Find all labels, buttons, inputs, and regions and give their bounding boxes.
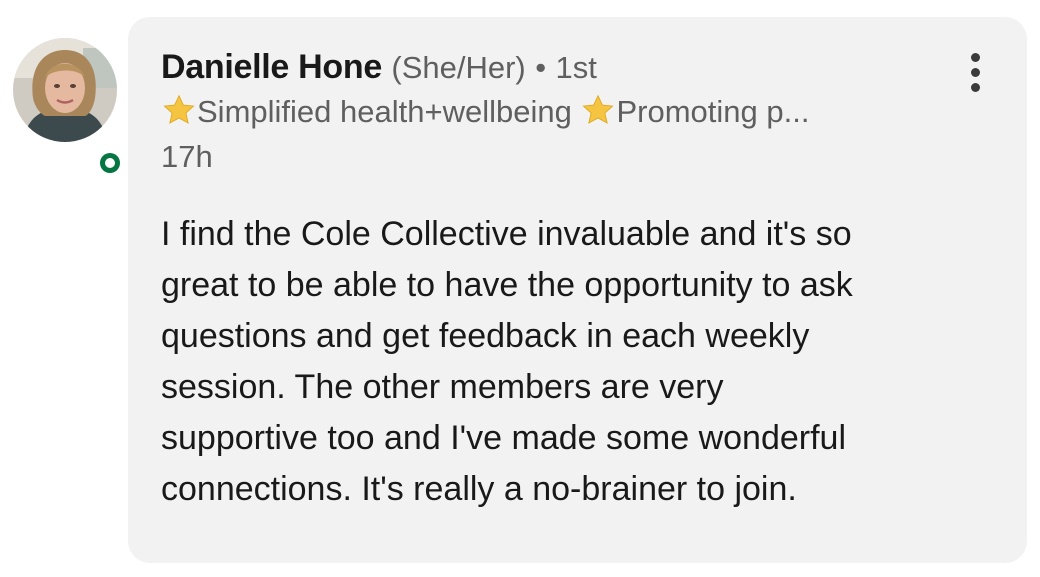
avatar[interactable] <box>13 38 117 142</box>
comment-line: supportive too and I've made some wonder… <box>161 419 846 457</box>
more-options-icon[interactable] <box>958 47 994 97</box>
presence-indicator-icon <box>96 149 124 177</box>
author-headline[interactable]: Simplified health+wellbeing Promoting p.… <box>161 89 951 135</box>
star-icon <box>163 94 195 124</box>
comment-timestamp: 17h <box>161 139 213 174</box>
headline-part-2: Promoting p... <box>616 94 810 129</box>
comment-header: Danielle Hone (She/Her) • 1st Simplified… <box>161 45 951 179</box>
connection-degree: 1st <box>555 50 597 85</box>
comment-line: questions and get feedback in each weekl… <box>161 317 810 355</box>
comment-line: connections. It's really a no-brainer to… <box>161 470 797 508</box>
comment-bubble: Danielle Hone (She/Her) • 1st Simplified… <box>128 17 1027 563</box>
comment-line: session. The other members are very <box>161 368 724 406</box>
avatar-container[interactable] <box>13 38 124 177</box>
comment-text: I find the Cole Collective invaluable an… <box>161 209 1001 515</box>
comment-line: great to be able to have the opportunity… <box>161 266 853 304</box>
comment-line: I find the Cole Collective invaluable an… <box>161 215 852 253</box>
separator-dot: • <box>535 50 547 85</box>
author-pronouns: (She/Her) <box>391 50 526 85</box>
star-icon <box>582 94 615 124</box>
author-name[interactable]: Danielle Hone <box>161 48 382 86</box>
author-line: Danielle Hone (She/Her) • 1st <box>161 45 951 89</box>
headline-part-1: Simplified health+wellbeing <box>197 94 572 129</box>
